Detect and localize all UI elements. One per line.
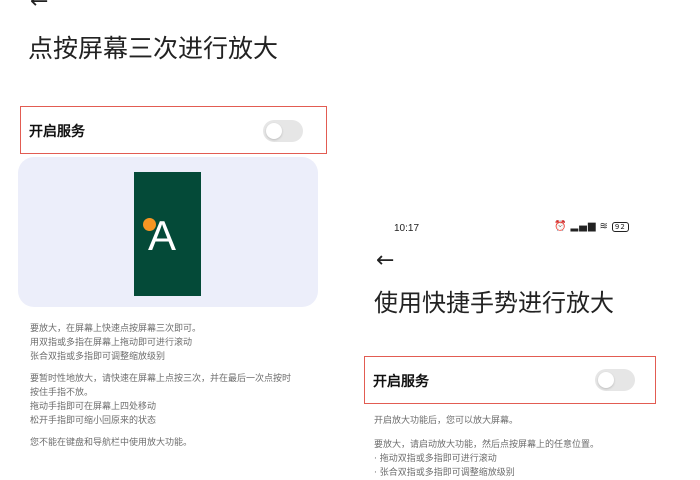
page-title: 点按屏幕三次进行放大 <box>28 34 279 63</box>
switch-knob <box>598 372 614 388</box>
instruction-line: 您不能在键盘和导航栏中使用放大功能。 <box>30 438 193 448</box>
enable-service-label: 开启服务 <box>29 124 85 140</box>
instruction-line: · 拖动双指或多指即可进行滚动 <box>374 454 497 464</box>
enable-service-row[interactable]: 开启服务 <box>20 106 327 154</box>
wifi-icon: ≋ <box>599 221 609 232</box>
back-arrow-icon[interactable]: ← <box>376 250 394 272</box>
instructions-paragraph: 您不能在键盘和导航栏中使用放大功能。 <box>30 436 192 450</box>
instruction-line: 张合双指或多指即可调整缩放级别 <box>30 352 166 362</box>
instructions-paragraph: 要放大，在屏幕上快速点按屏幕三次即可。 用双指或多指在屏幕上拖动即可进行滚动 张… <box>30 322 201 364</box>
instruction-line: 松开手指即可缩小回原来的状态 <box>30 416 157 426</box>
page-title: 使用快捷手势进行放大 <box>374 289 614 317</box>
switch-knob <box>266 123 282 139</box>
instruction-line: 开启放大功能后，您可以放大屏幕。 <box>374 416 519 426</box>
signal-icon: ▂▄▆ <box>570 221 597 232</box>
instructions-paragraph: 开启放大功能后，您可以放大屏幕。 <box>374 414 518 428</box>
instructions-paragraph: 要暂时性地放大，请快速在屏幕上点按三次，并在最后一次点按时 按住手指不放。 拖动… <box>30 372 291 428</box>
magnification-preview-card: A <box>18 157 318 307</box>
status-bar-icons: ⏰ ▂▄▆ ≋ 92 <box>554 221 629 232</box>
instructions-paragraph: 要放大，请启动放大功能，然后点按屏幕上的任意位置。 · 拖动双指或多指即可进行滚… <box>374 438 599 480</box>
battery-icon: 92 <box>611 221 629 232</box>
instruction-line: 拖动手指即可在屏幕上四处移动 <box>30 402 157 412</box>
enable-service-switch[interactable] <box>263 120 303 142</box>
enable-service-row[interactable]: 开启服务 <box>364 356 656 404</box>
status-bar-time: 10:17 <box>394 223 420 234</box>
instruction-line: 要放大，在屏幕上快速点按屏幕三次即可。 <box>30 324 202 334</box>
enable-service-switch[interactable] <box>595 369 635 391</box>
preview-letter: A <box>148 212 177 259</box>
triple-tap-magnification-screen: ← 点按屏幕三次进行放大 开启服务 A 要放大，在屏幕上快速点按屏幕三次即可。 … <box>0 0 340 479</box>
back-arrow-icon[interactable]: ← <box>30 0 48 13</box>
shortcut-gesture-magnification-screen: 10:17 ⏰ ▂▄▆ ≋ 92 ← 使用快捷手势进行放大 开启服务 开启放大功… <box>362 210 700 479</box>
instruction-line: 要暂时性地放大，请快速在屏幕上点按三次，并在最后一次点按时 <box>30 374 292 384</box>
instruction-line: 要放大，请启动放大功能，然后点按屏幕上的任意位置。 <box>374 440 600 450</box>
preview-image: A <box>134 172 201 296</box>
instruction-line: 用双指或多指在屏幕上拖动即可进行滚动 <box>30 338 193 348</box>
alarm-icon: ⏰ <box>554 221 568 232</box>
instruction-line: · 张合双指或多指即可调整缩放级别 <box>374 468 515 478</box>
instruction-line: 按住手指不放。 <box>30 388 94 398</box>
enable-service-label: 开启服务 <box>373 374 429 390</box>
